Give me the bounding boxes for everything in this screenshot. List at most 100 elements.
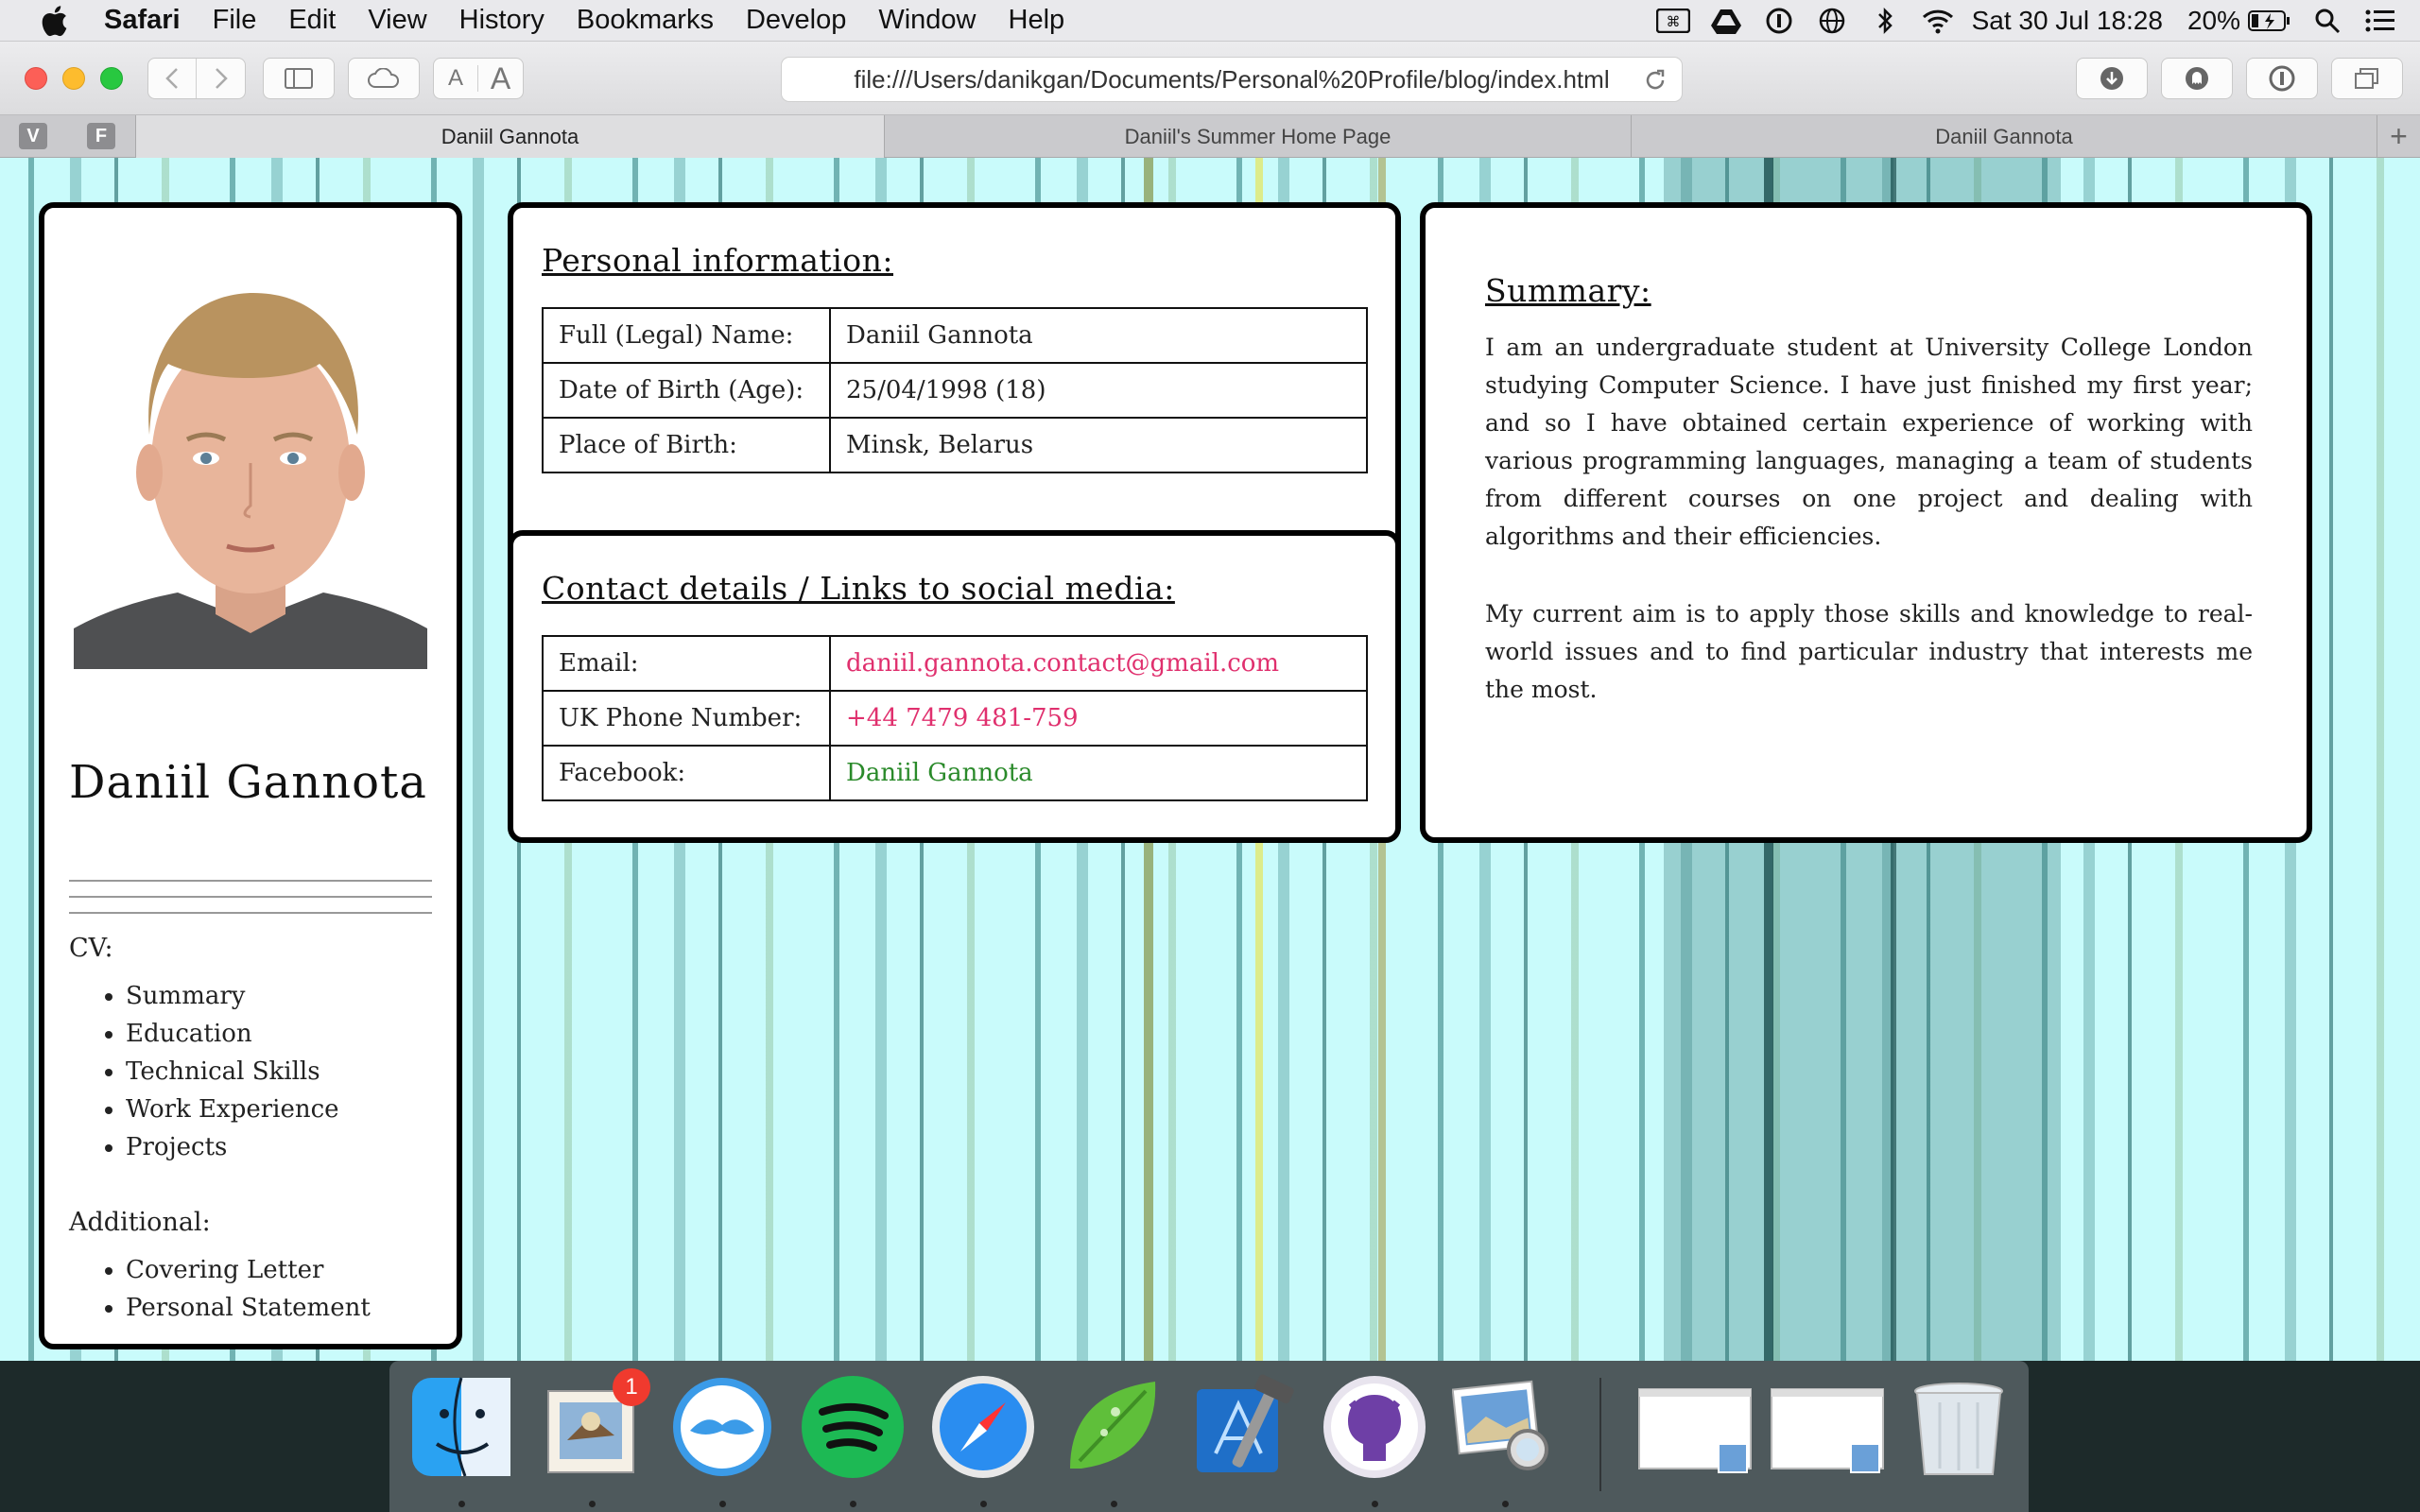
profile-card: Daniil Gannota CV: Summary Education Tec…	[39, 202, 462, 1349]
cv-link-summary[interactable]: Summary	[126, 977, 339, 1015]
tweetbot-icon[interactable]	[669, 1374, 775, 1480]
menu-bookmarks[interactable]: Bookmarks	[577, 5, 714, 36]
decrease-text-size-button[interactable]: A	[434, 65, 479, 92]
menu-edit[interactable]: Edit	[288, 5, 336, 36]
additional-nav-list: Covering Letter Personal Statement	[126, 1251, 371, 1327]
minimize-window-button[interactable]	[62, 67, 85, 90]
sidebar-toggle-button[interactable]	[263, 58, 335, 99]
apple-menu-icon[interactable]	[36, 3, 72, 39]
new-tab-button[interactable]: +	[2377, 115, 2420, 158]
back-button[interactable]	[148, 59, 198, 98]
cv-link-education[interactable]: Education	[126, 1015, 339, 1053]
table-value: 25/04/1998 (18)	[829, 362, 1368, 419]
back-forward-buttons	[147, 58, 246, 99]
google-drive-icon[interactable]	[1707, 7, 1745, 35]
address-bar[interactable]: file:///Users/danikgan/Documents/Persona…	[781, 57, 1683, 102]
running-indicator	[589, 1501, 596, 1507]
running-indicator	[1111, 1501, 1117, 1507]
table-label: Facebook:	[542, 745, 831, 801]
running-indicator	[980, 1501, 987, 1507]
clock[interactable]: Sat 30 Jul 18:28	[1972, 6, 2163, 36]
increase-text-size-button[interactable]: A	[478, 61, 523, 96]
forward-button[interactable]	[197, 59, 245, 98]
cv-link-technical-skills[interactable]: Technical Skills	[126, 1053, 339, 1091]
cv-link-work-experience[interactable]: Work Experience	[126, 1091, 339, 1128]
email-link[interactable]: daniil.gannota.contact@gmail.com	[829, 635, 1368, 692]
summary-paragraph: My current aim is to apply those skills …	[1485, 600, 2253, 703]
phone-link[interactable]: +44 7479 481-759	[829, 690, 1368, 747]
table-row: UK Phone Number: +44 7479 481-759	[542, 690, 1368, 747]
table-label: Place of Birth:	[542, 417, 831, 473]
tab-daniil-gannota[interactable]: Daniil Gannota	[1631, 115, 2377, 158]
menu-file[interactable]: File	[213, 5, 257, 36]
profile-photo	[74, 246, 427, 669]
contact-title: Contact details / Links to social media:	[542, 570, 1175, 607]
menu-history[interactable]: History	[459, 5, 544, 36]
battery-percentage[interactable]: 20%	[2187, 6, 2240, 36]
dock: 1	[389, 1361, 2029, 1512]
spotify-icon[interactable]	[800, 1374, 906, 1480]
keyboard-icon[interactable]: ⌘	[1654, 7, 1692, 35]
github-desktop-icon[interactable]	[1322, 1374, 1427, 1480]
safari-icon[interactable]	[930, 1374, 1036, 1480]
table-row: Date of Birth (Age): 25/04/1998 (18)	[542, 362, 1368, 419]
globe-icon[interactable]	[1813, 7, 1851, 35]
tab-daniil-gannota-active[interactable]: Daniil Gannota	[135, 115, 884, 158]
xcode-icon[interactable]	[1191, 1374, 1297, 1480]
cv-link-projects[interactable]: Projects	[126, 1128, 339, 1166]
pinned-tab-f[interactable]: F	[87, 123, 115, 149]
link-personal-statement[interactable]: Personal Statement	[126, 1289, 371, 1327]
address-bar-url: file:///Users/danikgan/Documents/Persona…	[854, 64, 1610, 94]
preview-icon[interactable]	[1451, 1374, 1558, 1480]
coda-icon[interactable]	[1061, 1374, 1167, 1480]
summary-paragraph: I am an undergraduate student at Univers…	[1485, 334, 2253, 550]
spotlight-search-icon[interactable]	[2308, 7, 2346, 35]
tab-summer-home-page[interactable]: Daniil's Summer Home Page	[884, 115, 1631, 158]
downloads-button[interactable]	[2076, 58, 2148, 99]
ghostery-extension-icon[interactable]	[2161, 58, 2233, 99]
menu-develop[interactable]: Develop	[746, 5, 846, 36]
facebook-link[interactable]: Daniil Gannota	[829, 745, 1368, 801]
reload-icon[interactable]	[1642, 67, 1668, 94]
onepassword-icon[interactable]	[1760, 7, 1798, 35]
zoom-window-button[interactable]	[100, 67, 123, 90]
tab-bar: V F Daniil Gannota Daniil's Summer Home …	[0, 115, 2420, 158]
running-indicator	[1372, 1501, 1378, 1507]
contact-table: Email: daniil.gannota.contact@gmail.com U…	[542, 635, 1368, 801]
table-value: Daniil Gannota	[829, 307, 1368, 364]
mail-badge: 1	[613, 1368, 650, 1406]
table-row: Email: daniil.gannota.contact@gmail.com	[542, 635, 1368, 692]
divider	[69, 912, 432, 914]
table-row: Facebook: Daniil Gannota	[542, 745, 1368, 801]
menu-view[interactable]: View	[368, 5, 426, 36]
menu-window[interactable]: Window	[878, 5, 976, 36]
battery-charging-icon[interactable]	[2246, 7, 2293, 35]
close-window-button[interactable]	[25, 67, 47, 90]
link-covering-letter[interactable]: Covering Letter	[126, 1251, 371, 1289]
personal-info-table: Full (Legal) Name: Daniil Gannota Date of…	[542, 307, 1368, 473]
show-all-tabs-button[interactable]	[2331, 58, 2403, 99]
text-size-buttons: A A	[433, 58, 524, 99]
cv-heading: CV:	[69, 934, 113, 963]
bluetooth-icon[interactable]	[1866, 7, 1904, 35]
cv-nav-list: Summary Education Technical Skills Work …	[126, 977, 339, 1166]
finder-icon[interactable]	[408, 1374, 514, 1480]
running-indicator	[850, 1501, 856, 1507]
personal-info-title: Personal information:	[542, 242, 893, 279]
menu-app-name[interactable]: Safari	[104, 5, 181, 36]
trash-icon[interactable]	[1906, 1374, 2012, 1480]
pinned-tab-v[interactable]: V	[19, 123, 47, 149]
additional-heading: Additional:	[69, 1208, 211, 1237]
onepassword-extension-icon[interactable]	[2246, 58, 2318, 99]
table-label: Full (Legal) Name:	[542, 307, 831, 364]
notification-center-icon[interactable]	[2361, 7, 2399, 35]
minimized-window-thumbnail[interactable]	[1635, 1374, 1754, 1480]
menu-help[interactable]: Help	[1009, 5, 1065, 36]
summary-card: Summary: I am an undergraduate student a…	[1420, 202, 2312, 843]
minimized-window-thumbnail[interactable]	[1768, 1374, 1887, 1480]
divider	[69, 896, 432, 898]
web-page: Daniil Gannota CV: Summary Education Tec…	[0, 158, 2420, 1361]
mail-icon[interactable]: 1	[539, 1368, 650, 1480]
wifi-icon[interactable]	[1919, 7, 1957, 35]
icloud-tabs-button[interactable]	[348, 58, 420, 99]
